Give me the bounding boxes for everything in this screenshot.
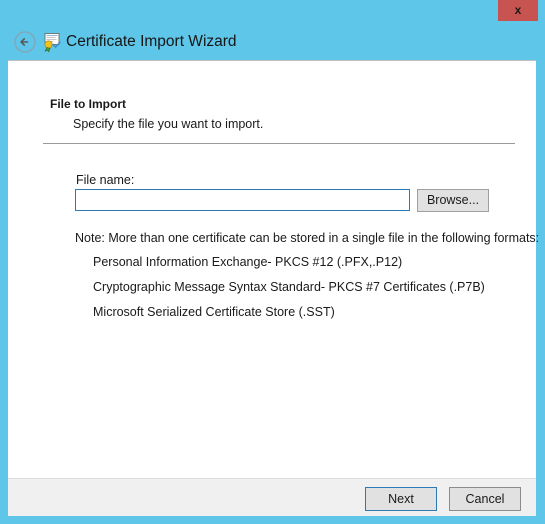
file-name-input[interactable] — [75, 189, 410, 211]
back-arrow-icon[interactable] — [13, 30, 37, 54]
certificate-import-wizard-window: x Certificate Import Wizard File to Impo — [0, 0, 545, 524]
window-title: Certificate Import Wizard — [66, 33, 237, 50]
close-button[interactable]: x — [498, 0, 538, 21]
content-panel: File to Import Specify the file you want… — [8, 60, 540, 516]
format-item: Personal Information Exchange- PKCS #12 … — [93, 255, 403, 269]
format-item: Microsoft Serialized Certificate Store (… — [93, 305, 335, 319]
page-subtitle: Specify the file you want to import. — [73, 117, 264, 131]
page-title: File to Import — [50, 97, 126, 111]
browse-button[interactable]: Browse... — [417, 189, 489, 212]
note-intro-text: Note: More than one certificate can be s… — [75, 231, 540, 245]
certificate-icon — [41, 31, 62, 52]
next-button[interactable]: Next — [365, 487, 437, 511]
format-item: Cryptographic Message Syntax Standard- P… — [93, 280, 485, 294]
footer-bar: Next Cancel — [8, 478, 536, 516]
title-bar: x Certificate Import Wizard — [0, 0, 545, 60]
file-name-label: File name: — [76, 173, 135, 187]
header-divider — [43, 143, 515, 144]
cancel-button[interactable]: Cancel — [449, 487, 521, 511]
